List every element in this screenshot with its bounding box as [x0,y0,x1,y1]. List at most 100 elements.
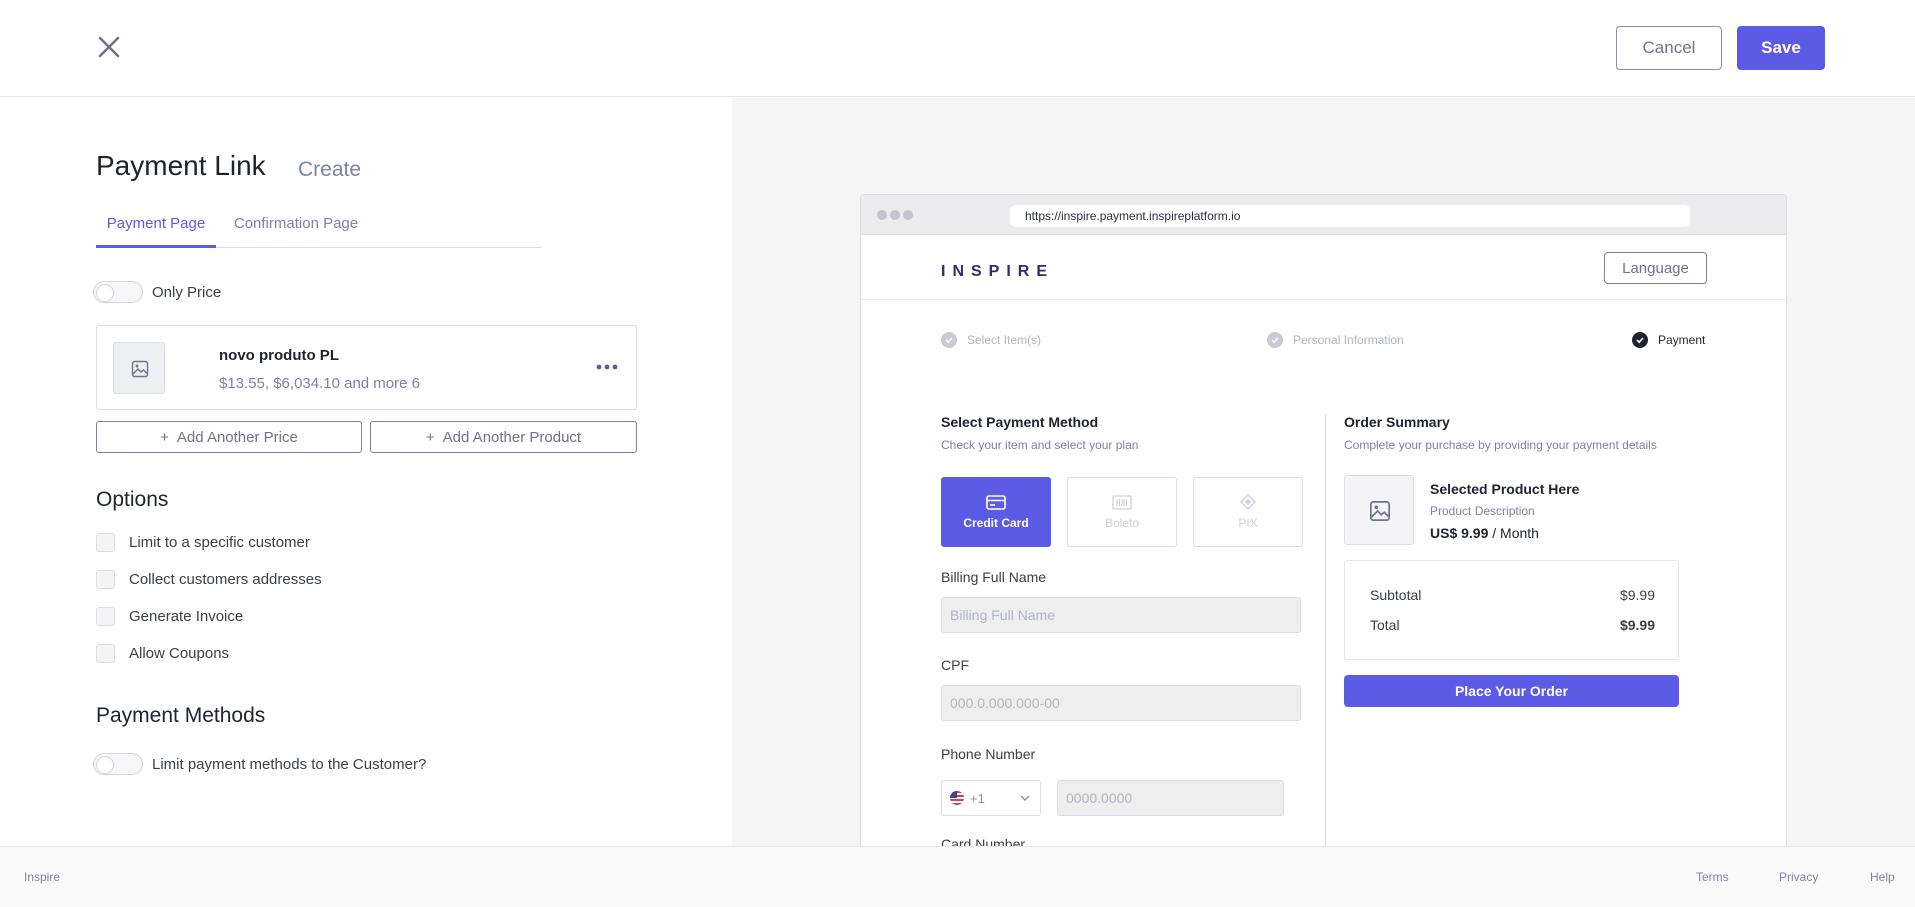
limit-payment-methods-toggle[interactable] [93,753,143,775]
step-label: Personal Information [1293,333,1404,347]
terms-link[interactable]: Terms [1696,870,1729,884]
more-options-icon[interactable] [595,360,619,372]
order-summary-subtitle: Complete your purchase by providing your… [1344,438,1657,452]
image-icon [1369,500,1391,522]
check-circle-icon [1632,332,1648,348]
total-value: $9.99 [1619,617,1655,633]
country-code-select[interactable]: +1 [941,780,1041,816]
product-image-placeholder [113,342,165,394]
select-payment-title: Select Payment Method [941,414,1099,430]
credit-card-option[interactable]: Credit Card [941,477,1051,547]
place-order-button[interactable]: Place Your Order [1344,675,1679,707]
barcode-icon [1112,494,1132,510]
cpf-input[interactable]: 000.0.000.000-00 [941,685,1301,721]
plus-icon: + [425,428,435,446]
pix-icon [1240,494,1256,510]
chevron-down-icon [1020,795,1030,801]
add-another-product-button[interactable]: + Add Another Product [370,421,637,453]
page-subtitle: Create [298,158,362,181]
step-payment: Payment [1632,332,1705,348]
billing-name-input[interactable]: Billing Full Name [941,597,1301,633]
step-personal-information: Personal Information [1267,332,1404,348]
add-price-label: Add Another Price [176,428,298,446]
pix-option[interactable]: PIX [1193,477,1303,547]
generate-invoice-checkbox[interactable] [96,606,115,626]
option-row[interactable]: Collect customers addresses [96,569,322,589]
limit-customer-checkbox[interactable] [96,532,115,552]
footer: Inspire Terms Privacy Help [0,846,1915,907]
option-label: Limit to a specific customer [129,533,310,551]
brand-logo: INSPIRE [941,263,1055,280]
summary-product-image [1344,475,1414,545]
step-select-items: Select Item(s) [941,332,1041,348]
window-dot [903,210,913,220]
summary-period: / Month [1492,525,1539,541]
option-label: Allow Coupons [129,644,230,662]
step-label: Select Item(s) [967,333,1042,347]
plus-icon: + [160,428,169,446]
boleto-option[interactable]: Boleto [1067,477,1177,547]
payment-method-label: Boleto [1104,515,1140,530]
option-row[interactable]: Generate Invoice [96,606,243,626]
url-bar: https://inspire.payment.inspireplatform.… [1010,205,1690,227]
only-price-toggle[interactable] [93,281,143,303]
page-title: Payment Link [96,150,266,181]
payment-methods-title: Payment Methods [96,704,266,727]
card-number-label: Card Number [941,836,1026,846]
billing-name-label: Billing Full Name [941,569,1047,585]
tab-payment-page[interactable]: Payment Page [96,206,216,248]
add-product-label: Add Another Product [442,428,582,446]
subtotal-row: Subtotal $9.99 [1370,587,1655,603]
check-circle-icon [941,332,957,348]
step-label: Payment [1658,333,1706,347]
check-circle-icon [1267,332,1283,348]
order-summary-title: Order Summary [1344,414,1450,430]
credit-card-icon [986,494,1006,510]
browser-preview: https://inspire.payment.inspireplatform.… [860,194,1787,846]
us-flag-icon [950,791,964,805]
summary-product-name: Selected Product Here [1430,481,1580,497]
editor-panel: Payment Link Create Payment Page Confirm… [0,98,732,846]
tab-bar: Payment Page Confirmation Page [96,206,541,248]
image-icon [131,360,149,378]
add-another-price-button[interactable]: + Add Another Price [96,421,362,453]
subtotal-value: $9.99 [1619,587,1655,603]
language-button[interactable]: Language [1604,252,1707,284]
summary-price-row: US$ 9.99 / Month [1430,525,1539,541]
phone-label: Phone Number [941,746,1036,762]
options-title: Options [96,488,169,511]
window-dot [877,210,887,220]
product-prices: $13.55, $6,034.10 and more 6 [219,375,420,392]
privacy-link[interactable]: Privacy [1779,870,1818,884]
cpf-label: CPF [941,657,969,673]
only-price-label: Only Price [152,284,222,301]
option-label: Collect customers addresses [129,570,322,588]
option-row[interactable]: Limit to a specific customer [96,532,310,552]
help-link[interactable]: Help [1870,870,1895,884]
close-icon[interactable] [96,34,122,60]
window-dot [890,210,900,220]
total-row: Total $9.99 [1370,617,1655,633]
tab-confirmation-page[interactable]: Confirmation Page [226,206,366,248]
country-code: +1 [970,790,985,806]
product-card: novo produto PL $13.55, $6,034.10 and mo… [96,325,637,410]
summary-totals: Subtotal $9.99 Total $9.99 [1344,560,1679,660]
allow-coupons-checkbox[interactable] [96,643,115,663]
summary-product-description: Product Description [1430,504,1535,518]
cancel-button[interactable]: Cancel [1616,26,1722,70]
payment-method-label: PIX [1238,516,1258,530]
option-label: Generate Invoice [129,607,244,625]
preview-panel: https://inspire.payment.inspireplatform.… [732,98,1915,846]
limit-payment-methods-label: Limit payment methods to the Customer? [152,756,427,773]
option-row[interactable]: Allow Coupons [96,643,229,663]
select-payment-subtitle: Check your item and select your plan [941,438,1139,452]
summary-price: US$ 9.99 [1430,525,1489,541]
collect-addresses-checkbox[interactable] [96,569,115,589]
divider [861,299,1786,300]
column-divider [1325,414,1326,846]
payment-method-label: Credit Card [963,515,1029,530]
phone-input[interactable]: 0000.0000 [1057,780,1284,816]
product-name: novo produto PL [219,347,339,364]
save-button[interactable]: Save [1737,26,1825,70]
total-label: Total [1370,617,1400,633]
